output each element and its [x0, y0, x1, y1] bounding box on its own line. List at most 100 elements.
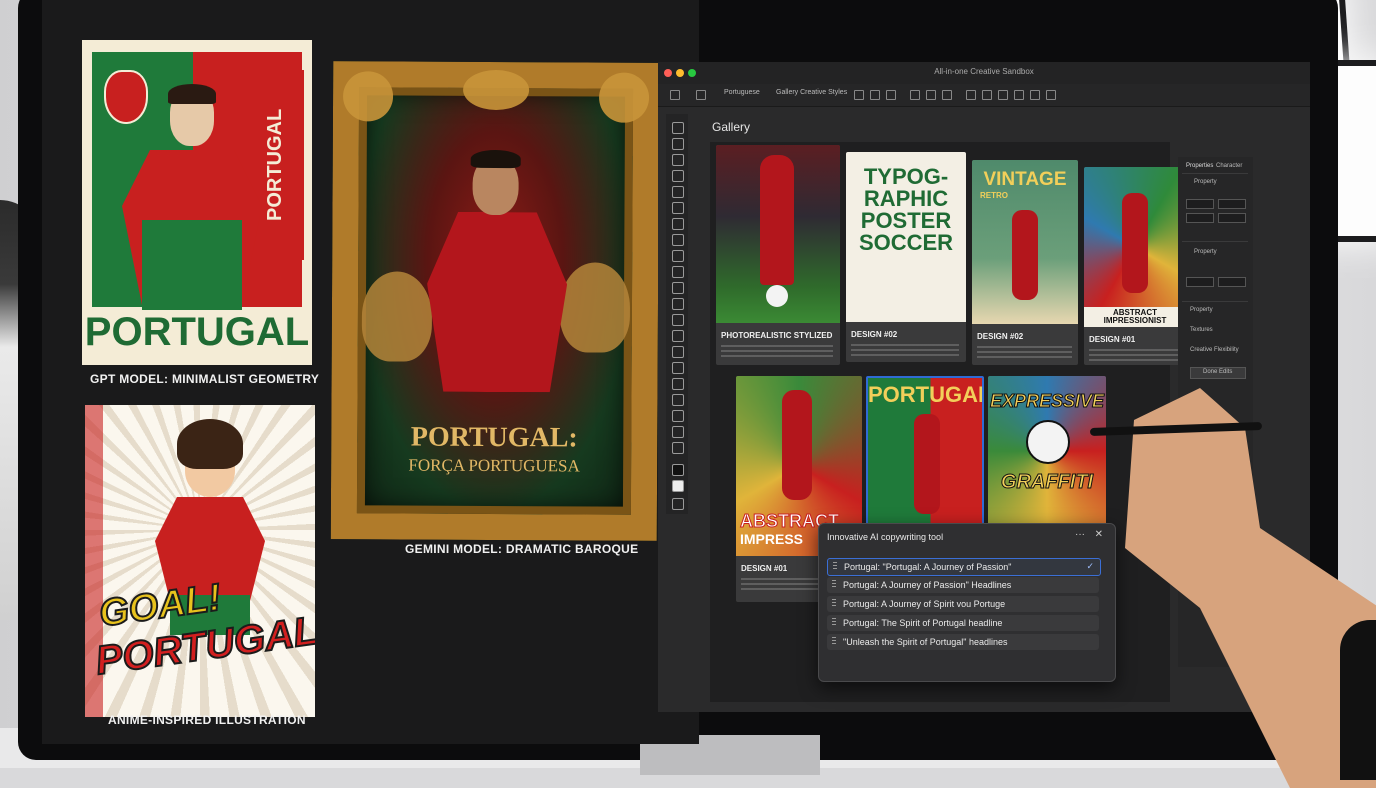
pen-tool-icon[interactable]: [672, 362, 684, 374]
card-image: [716, 145, 840, 323]
home-icon[interactable]: [670, 90, 680, 100]
zoom-tool-icon[interactable]: [672, 442, 684, 454]
section-textures[interactable]: Textures: [1190, 327, 1213, 333]
ball-icon: [1026, 420, 1070, 464]
poster-gemini-baroque[interactable]: PORTUGAL: FORÇA PORTUGUESA: [330, 61, 660, 541]
crop-tool-icon[interactable]: [672, 186, 684, 198]
headline-option[interactable]: "Unleash the Spirit of Portugal" headlin…: [827, 634, 1099, 650]
gallery-card[interactable]: TYPOG-RAPHIC POSTER SOCCER DESIGN #02: [846, 152, 966, 362]
poster-title: PORTUGAL:: [410, 421, 578, 454]
dodge-tool-icon[interactable]: [672, 346, 684, 358]
background-color-icon[interactable]: [672, 480, 684, 492]
card-image: PORTUGAL: [868, 378, 982, 528]
move-tool-icon[interactable]: [672, 122, 684, 134]
gallery-card[interactable]: EXPRESSIVE GRAFFITI: [988, 376, 1106, 526]
distribute-icon[interactable]: [1014, 90, 1024, 100]
section-property[interactable]: Property: [1190, 307, 1213, 313]
align-middle-icon[interactable]: [926, 90, 936, 100]
done-edits-button[interactable]: Done Edits: [1190, 367, 1246, 379]
headline-option-text: "Unleash the Spirit of Portugal" headlin…: [843, 637, 1008, 647]
tab-properties[interactable]: Properties: [1186, 163, 1213, 169]
card-description: [1089, 349, 1181, 361]
history-brush-icon[interactable]: [672, 282, 684, 294]
card-art-subtext: IMPRESS: [740, 531, 804, 547]
quick-mask-icon[interactable]: [672, 498, 684, 510]
title-bar: All-in-one Creative Sandbox: [658, 62, 1310, 84]
drag-handle-icon[interactable]: [832, 599, 836, 608]
player-hair: [168, 84, 216, 104]
tab-character[interactable]: Character: [1216, 163, 1242, 169]
section-creative-flexibility[interactable]: Creative Flexibility: [1190, 347, 1239, 353]
brush-tool-icon[interactable]: [672, 250, 684, 262]
type-tool-icon[interactable]: [672, 378, 684, 390]
gradient-tool-icon[interactable]: [672, 314, 684, 326]
path-select-icon[interactable]: [672, 394, 684, 406]
eyedropper-icon[interactable]: [672, 218, 684, 230]
card-art-text: EXPRESSIVE: [989, 391, 1105, 411]
drag-handle-icon[interactable]: [832, 580, 836, 589]
property-header: Property: [1194, 179, 1217, 185]
distribute-icon[interactable]: [998, 90, 1008, 100]
headline-option[interactable]: Portugal: "Portugal: A Journey of Passio…: [827, 558, 1101, 576]
x-field[interactable]: [1186, 213, 1214, 223]
foreground-color-icon[interactable]: [672, 464, 684, 476]
ornament: [463, 69, 530, 111]
close-icon[interactable]: ✕: [1095, 529, 1103, 540]
more-options-icon[interactable]: ···: [1075, 529, 1085, 540]
drag-handle-icon[interactable]: [832, 618, 836, 627]
gallery-card[interactable]: VINTAGE RETRO DESIGN #02: [972, 160, 1078, 365]
headline-option[interactable]: Portugal: The Spirit of Portugal headlin…: [827, 615, 1099, 631]
blur-tool-icon[interactable]: [672, 330, 684, 342]
width-field[interactable]: [1186, 199, 1214, 209]
player-hair: [470, 149, 521, 169]
gallery-card[interactable]: PORTUGAL: [866, 376, 984, 530]
ai-copywriting-popup: Innovative AI copywriting tool ··· ✕ Por…: [818, 523, 1116, 682]
drag-handle-icon[interactable]: [832, 637, 836, 646]
value-field[interactable]: [1218, 277, 1246, 287]
player-figure: [1122, 193, 1148, 293]
headline-option[interactable]: Portugal: A Journey of Passion" Headline…: [827, 577, 1099, 593]
lion-right: [559, 262, 631, 353]
height-field[interactable]: [1218, 199, 1246, 209]
card-image: ABSTRACT IMPRESSIONIST: [1084, 167, 1186, 327]
card-label: PHOTOREALISTIC STYLIZED: [721, 331, 833, 340]
shape-tool-icon[interactable]: [672, 410, 684, 422]
styles-dropdown[interactable]: Gallery Creative Styles: [776, 89, 847, 96]
healing-brush-icon[interactable]: [672, 234, 684, 246]
align-left-icon[interactable]: [854, 90, 864, 100]
quick-select-icon[interactable]: [672, 170, 684, 182]
hand-tool-icon[interactable]: [672, 426, 684, 438]
eraser-tool-icon[interactable]: [672, 298, 684, 310]
poster-title: PORTUGAL: [84, 310, 310, 354]
align-bottom-icon[interactable]: [942, 90, 952, 100]
gallery-card[interactable]: ABSTRACT IMPRESSIONIST DESIGN #01: [1084, 167, 1186, 365]
player-figure: [914, 414, 940, 514]
card-art-text: VINTAGE: [983, 169, 1067, 190]
distribute-icon[interactable]: [1046, 90, 1056, 100]
poster-anime[interactable]: GOAL! PORTUGAL!: [85, 405, 315, 717]
poster-gpt-minimalist[interactable]: PORTUGAL PORTUGAL: [82, 40, 312, 365]
language-dropdown[interactable]: Portuguese: [724, 89, 760, 96]
lasso-tool-icon[interactable]: [672, 154, 684, 166]
property-header: Property: [1194, 249, 1217, 255]
headline-option[interactable]: Portugal: A Journey of Spirit vou Portug…: [827, 596, 1099, 612]
y-field[interactable]: [1218, 213, 1246, 223]
popup-title: Innovative AI copywriting tool: [827, 532, 944, 542]
gallery-card[interactable]: PHOTOREALISTIC STYLIZED: [716, 145, 840, 365]
distribute-icon[interactable]: [1030, 90, 1040, 100]
value-field[interactable]: [1186, 277, 1214, 287]
distribute-icon[interactable]: [982, 90, 992, 100]
caption-gpt: GPT MODEL: MINIMALIST GEOMETRY: [90, 372, 320, 386]
marquee-tool-icon[interactable]: [672, 138, 684, 150]
distribute-icon[interactable]: [966, 90, 976, 100]
align-center-icon[interactable]: [870, 90, 880, 100]
align-top-icon[interactable]: [910, 90, 920, 100]
gallery-title: Gallery: [712, 120, 751, 134]
stamp-tool-icon[interactable]: [672, 266, 684, 278]
move-icon[interactable]: [696, 90, 706, 100]
frame-tool-icon[interactable]: [672, 202, 684, 214]
card-art-text: TYPOG-RAPHIC POSTER SOCCER: [858, 164, 954, 255]
player-hair: [177, 419, 243, 469]
align-right-icon[interactable]: [886, 90, 896, 100]
drag-handle-icon[interactable]: [833, 562, 837, 571]
